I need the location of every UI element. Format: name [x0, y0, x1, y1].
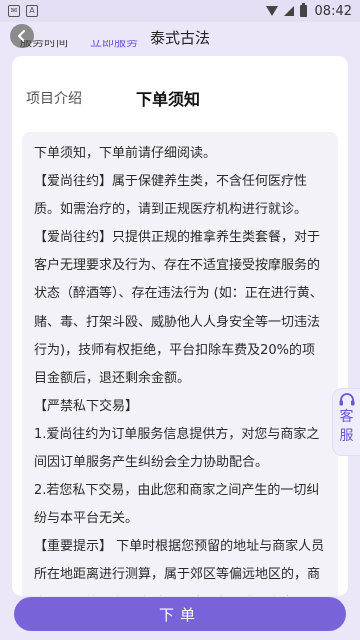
signal-icon — [283, 6, 294, 16]
customer-service-button[interactable]: 客 服 — [332, 388, 360, 456]
notice-paragraph: 【爱尚往约】只提供正规的推拿养生类套餐，对于客户无理要求及行为、存在不适宜接受按… — [34, 230, 323, 386]
notice-paragraph: 2.若您私下交易，由此您和商家之间产生的一切纠纷与本平台无关。 — [34, 483, 320, 527]
service-time-value: 立即服务 — [90, 40, 139, 49]
notice-paragraph: 【爱尚往约】属于保健养生类，不含任何医疗性质。如需治疗的，请到正规医疗机构进行就… — [34, 174, 308, 218]
service-time-row: 服务时间 立即服务 — [20, 40, 340, 54]
status-time: 08:42 — [314, 3, 352, 19]
customer-service-label-2: 服 — [339, 428, 354, 444]
headset-icon — [339, 393, 354, 406]
tab-bar: 项目介绍 下单须知 — [26, 86, 201, 110]
status-bar: ✉ A 08:42 — [0, 0, 360, 22]
status-right: 08:42 — [265, 3, 352, 19]
notice-paragraph: 【重要提示】 下单时根据您预留的地址与商家人员所在地距离进行测算，属于郊区等偏远… — [34, 539, 325, 596]
wifi-icon — [265, 6, 278, 16]
notice-heading: 【严禁私下交易】 — [34, 398, 139, 414]
place-order-button[interactable]: 下单 — [14, 597, 346, 631]
battery-icon — [299, 3, 307, 17]
service-time-label: 服务时间 — [20, 40, 69, 49]
tab-project-intro[interactable]: 项目介绍 — [26, 88, 82, 108]
notification-icon: ✉ — [8, 5, 20, 17]
status-left: ✉ A — [8, 5, 38, 17]
content-card: 项目介绍 下单须知 下单须知，下单前请仔细阅读。 【爱尚往约】属于保健养生类，不… — [12, 56, 348, 596]
notice-paragraph: 下单须知，下单前请仔细阅读。 — [34, 146, 217, 161]
notice-paragraph: 1.爱尚往约为订单服务信息提供方，对您与商家之间因订单服务产生纠纷会全力协助配合… — [34, 426, 320, 471]
tab-order-notice[interactable]: 下单须知 — [136, 86, 201, 110]
text-icon: A — [26, 5, 38, 17]
customer-service-label-1: 客 — [339, 409, 354, 425]
order-notice-panel: 下单须知，下单前请仔细阅读。 【爱尚往约】属于保健养生类，不含任何医疗性质。如需… — [22, 132, 338, 596]
